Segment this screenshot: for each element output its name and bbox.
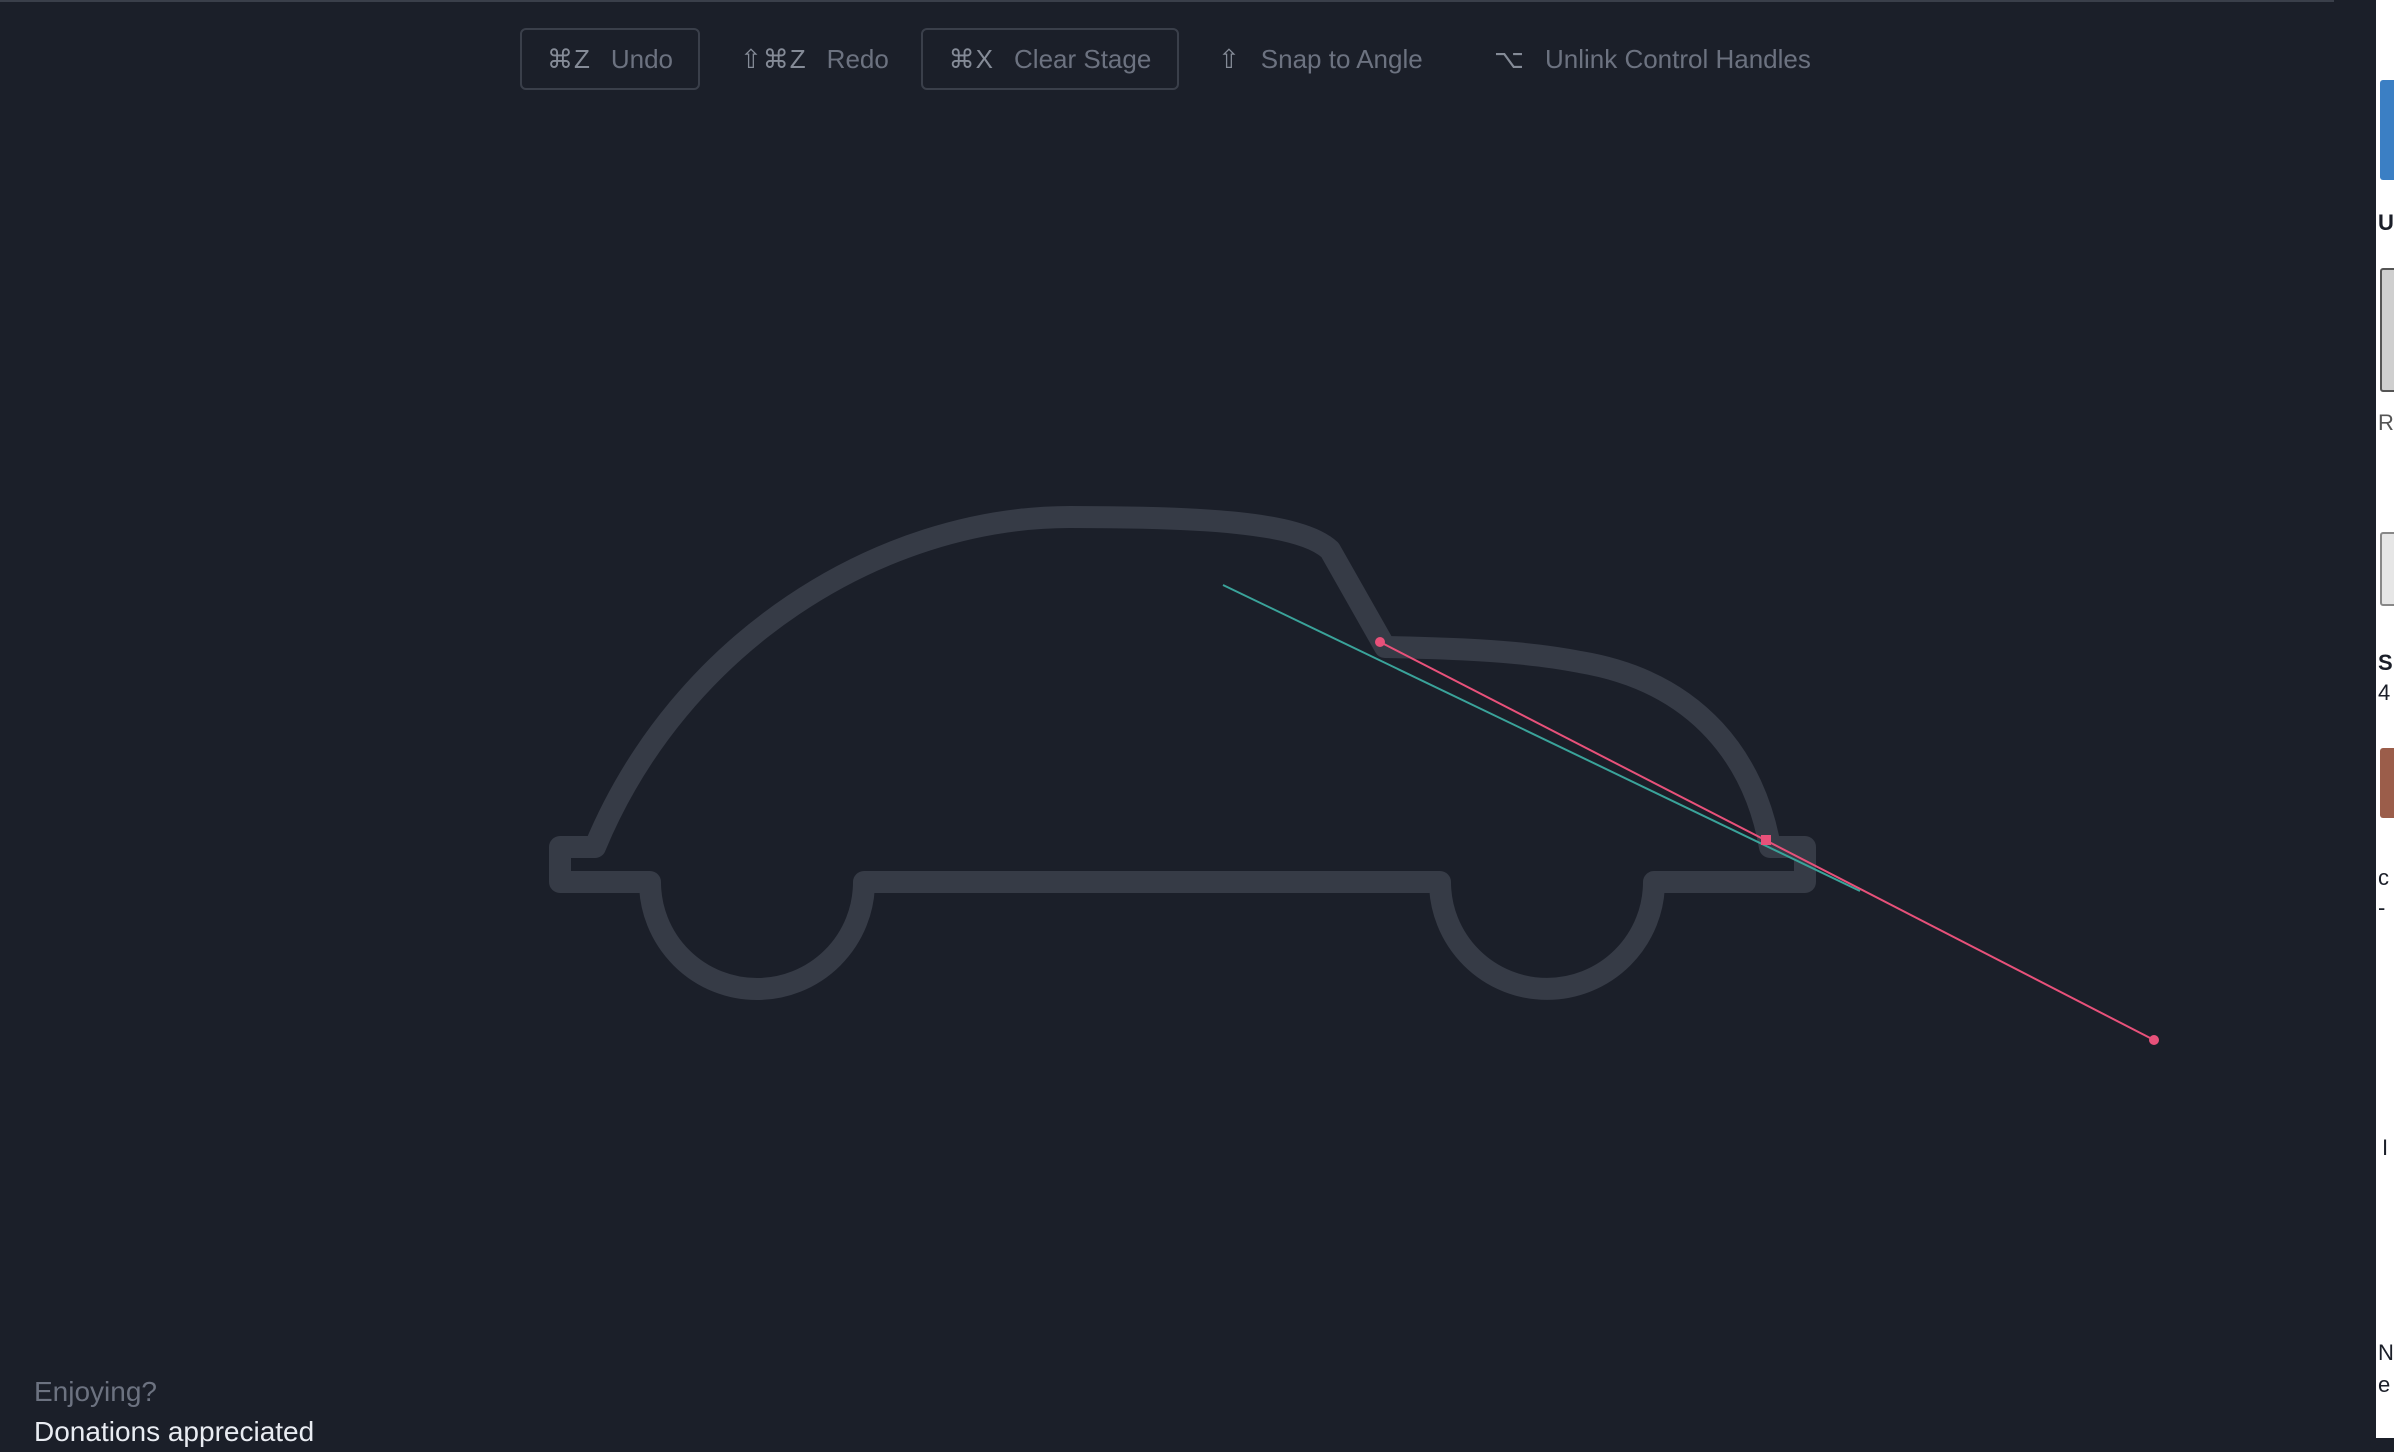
sidebar-fragment: R xyxy=(2378,410,2394,435)
sidebar-fragment: c xyxy=(2378,865,2389,890)
sidebar-fragment: U xyxy=(2378,210,2394,235)
thumbnail-image xyxy=(2380,748,2394,818)
snap-to-angle-toggle[interactable]: ⇧ Snap to Angle xyxy=(1218,28,1448,90)
adjacent-window-edge: U R S 4 c - I N e xyxy=(2376,0,2394,1438)
donation-footer: Enjoying? Donations appreciated xyxy=(34,1372,314,1452)
sidebar-fragment: I xyxy=(2382,1135,2389,1160)
sidebar-fragment: e xyxy=(2378,1372,2391,1397)
undo-button[interactable]: ⌘Z Undo xyxy=(520,28,700,90)
sidebar-fragment: N xyxy=(2378,1340,2394,1365)
unlink-label: Unlink Control Handles xyxy=(1544,43,1811,74)
undo-shortcut: ⌘Z xyxy=(546,43,591,74)
undo-label: Undo xyxy=(610,43,674,74)
thumbnail-image xyxy=(2380,268,2394,392)
sidebar-fragment: - xyxy=(2378,895,2386,920)
handle-point-end[interactable] xyxy=(2149,1035,2159,1045)
option-key-icon: ⌥ xyxy=(1494,43,1525,74)
anchor-point-start[interactable] xyxy=(1375,637,1385,647)
clear-label: Clear Stage xyxy=(1014,43,1152,74)
sidebar-fragment: S xyxy=(2378,650,2393,675)
drawing-stage[interactable]: ⌘Z Undo ⇧⌘Z Redo ⌘X Clear Stage ⇧ Snap t… xyxy=(0,0,2334,1447)
clear-stage-button[interactable]: ⌘X Clear Stage xyxy=(921,28,1179,90)
donations-link[interactable]: Donations appreciated xyxy=(34,1412,314,1452)
redo-button[interactable]: ⇧⌘Z Redo xyxy=(740,28,900,90)
redo-shortcut: ⇧⌘Z xyxy=(740,43,807,74)
toolbar: ⌘Z Undo ⇧⌘Z Redo ⌘X Clear Stage ⇧ Snap t… xyxy=(0,28,2334,92)
stage-canvas[interactable] xyxy=(0,2,2334,1440)
shift-key-icon: ⇧ xyxy=(1218,43,1241,74)
unlink-control-handles-toggle[interactable]: ⌥ Unlink Control Handles xyxy=(1494,28,1834,90)
car-guide-shape xyxy=(549,506,1816,1000)
enjoying-text: Enjoying? xyxy=(34,1376,157,1407)
snap-label: Snap to Angle xyxy=(1260,43,1423,74)
redo-label: Redo xyxy=(826,43,889,74)
anchor-point-selected[interactable] xyxy=(1761,835,1771,845)
thumbnail-image xyxy=(2380,532,2394,606)
sidebar-fragment: 4 xyxy=(2378,680,2391,705)
clear-shortcut: ⌘X xyxy=(948,43,995,74)
thumbnail-image xyxy=(2380,80,2394,180)
control-handle-line[interactable] xyxy=(1222,584,1861,892)
